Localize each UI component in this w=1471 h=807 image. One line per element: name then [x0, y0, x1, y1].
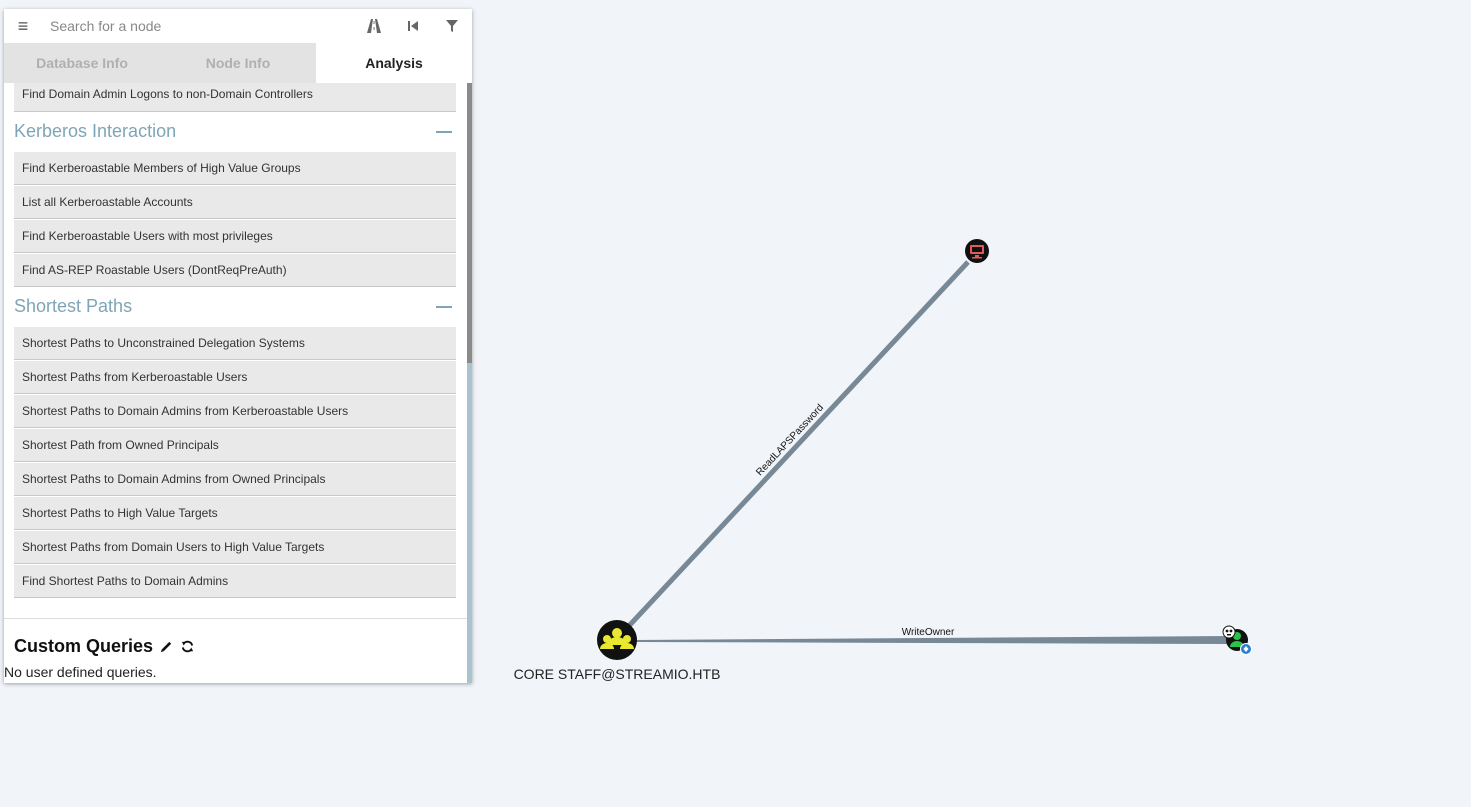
edge-label-writeowner: WriteOwner: [902, 627, 955, 638]
analysis-content: Find Domain Admin Logons to non-Domain C…: [4, 83, 467, 683]
query-item[interactable]: Shortest Path from Owned Principals: [14, 429, 456, 462]
query-item[interactable]: Find Kerberoastable Members of High Valu…: [14, 152, 456, 185]
diamond-icon: [1240, 643, 1252, 655]
tab-analysis[interactable]: Analysis: [316, 43, 472, 83]
edge-writeowner[interactable]: WriteOwner: [636, 627, 1228, 644]
pencil-icon[interactable]: [159, 639, 174, 654]
section-title-kerberos[interactable]: Kerberos Interaction: [14, 116, 176, 146]
back-icon[interactable]: [404, 17, 422, 35]
query-item[interactable]: Find Domain Admin Logons to non-Domain C…: [14, 83, 456, 112]
query-item[interactable]: Shortest Paths to Domain Admins from Ker…: [14, 395, 456, 428]
edge-line: [625, 260, 970, 630]
side-panel: ≡ Database Info Node Info Analysis Find …: [4, 9, 472, 683]
tab-bar: Database Info Node Info Analysis: [4, 43, 472, 83]
query-item[interactable]: Find Kerberoastable Users with most priv…: [14, 220, 456, 253]
collapse-icon[interactable]: [436, 131, 452, 133]
computer-node[interactable]: [965, 239, 989, 263]
query-item[interactable]: Find AS-REP Roastable Users (DontReqPreA…: [14, 254, 456, 287]
query-item[interactable]: Find Shortest Paths to Domain Admins: [14, 565, 456, 598]
tab-database-info[interactable]: Database Info: [4, 43, 160, 83]
no-queries-text: No user defined queries.: [4, 664, 157, 680]
hamburger-icon[interactable]: ≡: [4, 16, 42, 37]
section-title-shortest-paths[interactable]: Shortest Paths: [14, 291, 132, 321]
skull-icon: [1222, 625, 1236, 639]
query-item[interactable]: Shortest Paths to High Value Targets: [14, 497, 456, 530]
road-icon[interactable]: [365, 17, 383, 35]
scrollbar[interactable]: [467, 83, 472, 683]
edge-label-readlapspassword: ReadLAPSPassword: [754, 402, 826, 478]
scrollbar-thumb[interactable]: [467, 83, 472, 363]
custom-queries-header: Custom Queries: [14, 636, 195, 657]
tab-node-info[interactable]: Node Info: [160, 43, 316, 83]
query-item[interactable]: Shortest Paths from Domain Users to High…: [14, 531, 456, 564]
query-item[interactable]: Shortest Paths to Domain Admins from Own…: [14, 463, 456, 496]
search-input[interactable]: [48, 10, 352, 42]
query-item[interactable]: Shortest Paths from Kerberoastable Users: [14, 361, 456, 394]
search-bar: ≡: [4, 9, 472, 43]
user-node[interactable]: [1222, 625, 1252, 655]
custom-queries-title: Custom Queries: [14, 636, 154, 656]
filter-icon[interactable]: [443, 17, 461, 35]
query-item[interactable]: Shortest Paths to Unconstrained Delegati…: [14, 327, 456, 360]
edge-readlapspassword[interactable]: ReadLAPSPassword: [625, 260, 970, 630]
query-item[interactable]: List all Kerberoastable Accounts: [14, 186, 456, 219]
divider: [4, 618, 467, 619]
group-node[interactable]: CORE STAFF@STREAMIO.HTB: [514, 620, 721, 682]
refresh-icon[interactable]: [180, 639, 195, 654]
collapse-icon[interactable]: [436, 306, 452, 308]
group-node-label: CORE STAFF@STREAMIO.HTB: [514, 666, 721, 682]
